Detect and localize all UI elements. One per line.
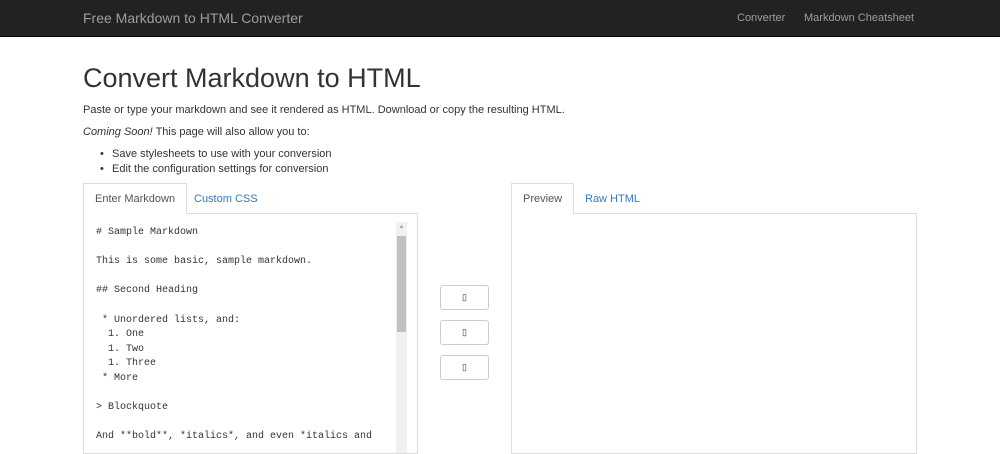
bullet-icon: • bbox=[100, 148, 104, 160]
action-button-3[interactable]: ▯ bbox=[440, 355, 489, 380]
editor-tabs: Enter Markdown Custom CSS bbox=[83, 183, 418, 215]
feature-list: • Save stylesheets to use with your conve… bbox=[100, 147, 332, 177]
feature-item-label: Save stylesheets to use with your conver… bbox=[112, 148, 332, 160]
tab-enter-markdown[interactable]: Enter Markdown bbox=[83, 183, 188, 215]
tab-raw-html[interactable]: Raw HTML bbox=[573, 183, 652, 214]
scroll-thumb[interactable] bbox=[397, 236, 406, 332]
tab-custom-css[interactable]: Custom CSS bbox=[182, 183, 270, 214]
brand-link[interactable]: Free Markdown to HTML Converter bbox=[83, 10, 303, 26]
page-title: Convert Markdown to HTML bbox=[83, 63, 421, 93]
markdown-textarea[interactable]: # Sample Markdown This is some basic, sa… bbox=[96, 226, 372, 445]
tab-preview[interactable]: Preview bbox=[511, 183, 575, 215]
feature-item-label: Edit the configuration settings for conv… bbox=[112, 163, 329, 175]
feature-item: • Edit the configuration settings for con… bbox=[100, 162, 332, 177]
top-navbar: Free Markdown to HTML Converter Converte… bbox=[0, 0, 1000, 37]
nav-link-converter[interactable]: Converter bbox=[737, 12, 785, 24]
intro-text: Paste or type your markdown and see it r… bbox=[83, 104, 565, 116]
preview-tabs: Preview Raw HTML bbox=[511, 183, 917, 215]
editor-scrollbar[interactable]: ▲ bbox=[396, 222, 407, 453]
coming-soon-text: Coming Soon! This page will also allow y… bbox=[83, 126, 310, 138]
coming-soon-description: This page will also allow you to: bbox=[152, 126, 310, 138]
bullet-icon: • bbox=[100, 163, 104, 175]
scroll-up-arrow-icon[interactable]: ▲ bbox=[396, 222, 407, 233]
action-button-1[interactable]: ▯ bbox=[440, 285, 489, 310]
coming-soon-label: Coming Soon! bbox=[83, 126, 153, 138]
action-button-2[interactable]: ▯ bbox=[440, 320, 489, 345]
feature-item: • Save stylesheets to use with your conve… bbox=[100, 147, 332, 162]
markdown-editor[interactable]: # Sample Markdown This is some basic, sa… bbox=[83, 214, 418, 454]
nav-link-markdown-cheatsheet[interactable]: Markdown Cheatsheet bbox=[804, 12, 914, 24]
preview-pane bbox=[511, 214, 917, 454]
